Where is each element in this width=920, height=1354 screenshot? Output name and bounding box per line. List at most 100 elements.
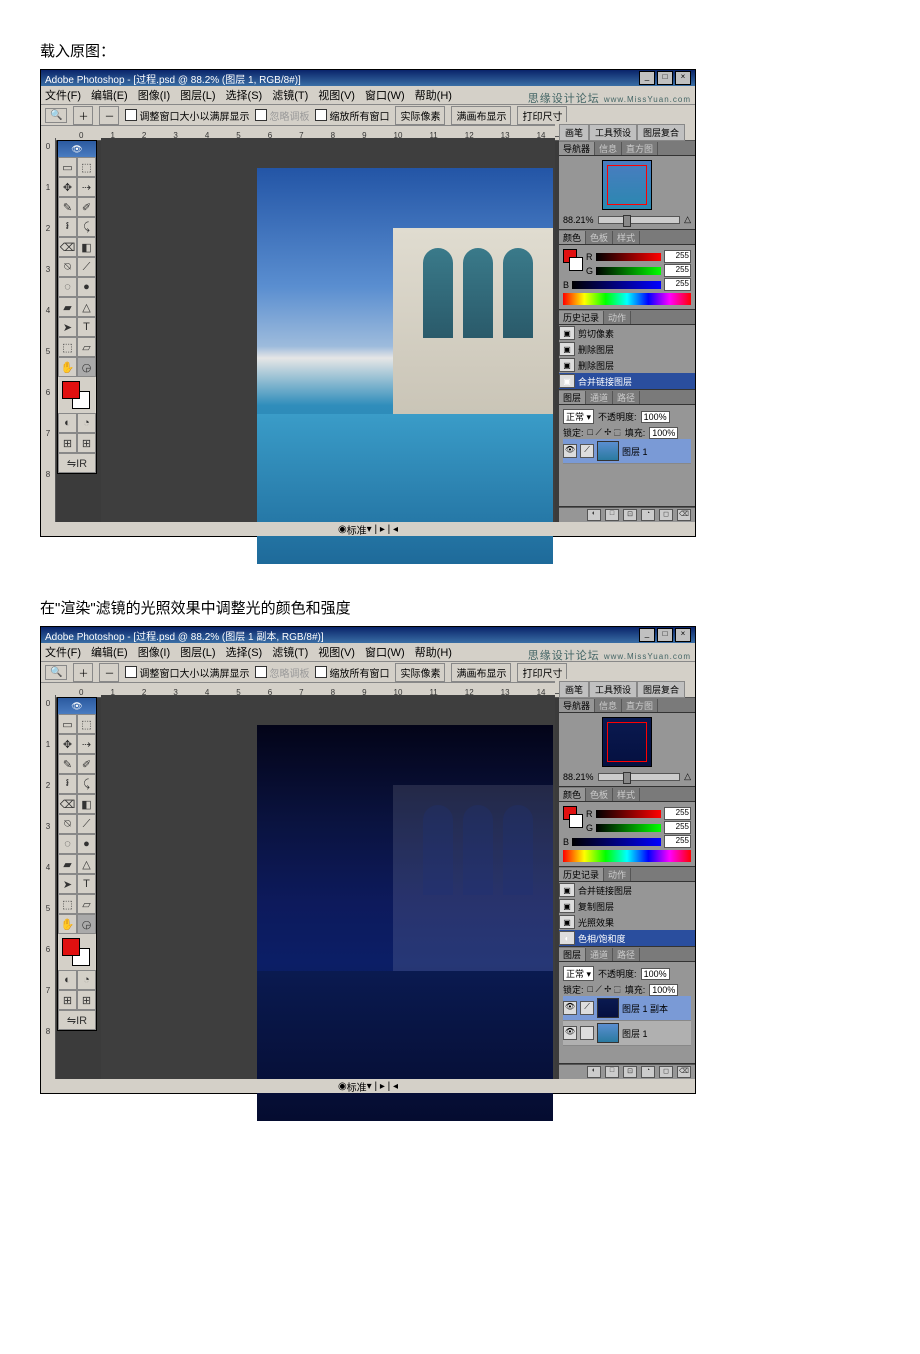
tool-stamp[interactable]: ⌫ bbox=[58, 237, 77, 257]
info-tab[interactable]: 信息 bbox=[595, 142, 622, 155]
zoom-out-button[interactable]: － bbox=[99, 663, 119, 682]
color-swatches[interactable] bbox=[58, 934, 96, 970]
channels-tab[interactable]: 通道 bbox=[586, 948, 613, 961]
histo-tab[interactable]: 直方图 bbox=[622, 142, 658, 155]
layer-row[interactable]: 👁⟋图层 1 bbox=[563, 439, 691, 464]
actions-tab[interactable]: 动作 bbox=[604, 311, 631, 324]
fit-screen-button[interactable]: 满画布显示 bbox=[451, 663, 511, 682]
link-icon[interactable]: ⟋ bbox=[580, 444, 594, 458]
tool-marquee[interactable]: ▭ bbox=[58, 714, 77, 734]
menu-layer[interactable]: 图层(L) bbox=[180, 644, 215, 660]
tool-slice[interactable]: ✐ bbox=[77, 754, 96, 774]
tool-dodge[interactable]: ● bbox=[77, 834, 96, 854]
styles-tab[interactable]: 样式 bbox=[613, 788, 640, 801]
tool-blur[interactable]: ◌ bbox=[58, 277, 77, 297]
tool-dodge[interactable]: ● bbox=[77, 277, 96, 297]
tool-stamp[interactable]: ⌫ bbox=[58, 794, 77, 814]
tool-marquee[interactable]: ▭ bbox=[58, 157, 77, 177]
fit-screen-button[interactable]: 满画布显示 bbox=[451, 106, 511, 125]
zoom-tool-icon[interactable]: 🔍 bbox=[45, 108, 67, 123]
tool-hand[interactable]: ✋ bbox=[58, 914, 77, 934]
actual-pixels-button[interactable]: 实际像素 bbox=[395, 663, 445, 682]
g-slider[interactable] bbox=[596, 267, 661, 275]
nav-tab[interactable]: 导航器 bbox=[559, 142, 595, 155]
tool-shape[interactable]: T bbox=[77, 874, 96, 894]
tool-notes[interactable]: ⬚ bbox=[58, 337, 77, 357]
mode-standard[interactable]: ◐ bbox=[58, 970, 77, 990]
zoom-in-button[interactable]: ＋ bbox=[73, 106, 93, 125]
nav-thumbnail[interactable] bbox=[602, 160, 652, 210]
ignore-palettes-checkbox[interactable]: 忽略调板 bbox=[255, 665, 309, 680]
swatch-tab[interactable]: 色板 bbox=[586, 788, 613, 801]
history-tab[interactable]: 历史记录 bbox=[559, 868, 604, 881]
set-button[interactable]: ⊡ bbox=[623, 1066, 637, 1078]
nav-zoom-slider[interactable] bbox=[598, 216, 681, 224]
history-item[interactable]: ▣光照效果 bbox=[559, 914, 695, 930]
tool-eyedrop[interactable]: ▱ bbox=[77, 894, 96, 914]
resize-window-checkbox[interactable]: 调整窗口大小以满屏显示 bbox=[125, 108, 249, 123]
jump-to-ir[interactable]: ⇋IR bbox=[58, 1010, 96, 1030]
nav-thumbnail[interactable] bbox=[602, 717, 652, 767]
menu-file[interactable]: 文件(F) bbox=[45, 644, 81, 660]
lock-icons[interactable]: □ ⟋ ✢ ⬚ bbox=[588, 427, 621, 438]
tool-type[interactable]: △ bbox=[77, 297, 96, 317]
lock-icons[interactable]: □ ⟋ ✢ ⬚ bbox=[588, 984, 621, 995]
fx-button[interactable]: ◐ bbox=[587, 1066, 601, 1078]
color-swatches[interactable] bbox=[58, 377, 96, 413]
screen-mode-2[interactable]: ⊞ bbox=[77, 990, 96, 1010]
tool-brush[interactable]: ⤹ bbox=[77, 217, 96, 237]
tool-history-brush[interactable]: ◧ bbox=[77, 794, 96, 814]
tool-heal[interactable]: ៛ bbox=[58, 774, 77, 794]
menu-window[interactable]: 窗口(W) bbox=[365, 87, 405, 103]
g-slider[interactable] bbox=[596, 824, 661, 832]
mode-quickmask[interactable]: ◔ bbox=[77, 970, 96, 990]
tool-crop[interactable]: ✎ bbox=[58, 197, 77, 217]
tool-crop[interactable]: ✎ bbox=[58, 754, 77, 774]
layer-row[interactable]: 👁图层 1 bbox=[563, 1021, 691, 1046]
menu-image[interactable]: 图像(I) bbox=[138, 644, 170, 660]
tool-type[interactable]: △ bbox=[77, 854, 96, 874]
visibility-icon[interactable]: 👁 bbox=[563, 1001, 577, 1015]
b-value[interactable]: 255 bbox=[664, 278, 691, 291]
color-tab[interactable]: 颜色 bbox=[559, 231, 586, 244]
g-value[interactable]: 255 bbox=[664, 821, 691, 834]
dock-tab-presets[interactable]: 工具预设 bbox=[589, 681, 637, 698]
fill-input[interactable]: 100% bbox=[649, 427, 678, 439]
zoom-all-checkbox[interactable]: 缩放所有窗口 bbox=[315, 665, 389, 680]
menu-image[interactable]: 图像(I) bbox=[138, 87, 170, 103]
tool-move[interactable]: ⬚ bbox=[77, 157, 96, 177]
resize-window-checkbox[interactable]: 调整窗口大小以满屏显示 bbox=[125, 665, 249, 680]
menu-select[interactable]: 选择(S) bbox=[226, 644, 263, 660]
history-item[interactable]: ▣剪切像素 bbox=[559, 325, 695, 341]
set-button[interactable]: ⊡ bbox=[623, 509, 637, 521]
visibility-icon[interactable]: 👁 bbox=[563, 444, 577, 458]
history-item[interactable]: ▣删除图层 bbox=[559, 357, 695, 373]
minimize-button[interactable]: _ bbox=[639, 71, 655, 85]
mask-button[interactable]: □ bbox=[605, 509, 619, 521]
new-button[interactable]: ◻ bbox=[659, 1066, 673, 1078]
history-item[interactable]: ▣复制图层 bbox=[559, 898, 695, 914]
nav-zoom-slider[interactable] bbox=[598, 773, 681, 781]
r-value[interactable]: 255 bbox=[664, 807, 691, 820]
menu-edit[interactable]: 编辑(E) bbox=[91, 87, 128, 103]
minimize-button[interactable]: _ bbox=[639, 628, 655, 642]
canvas-area[interactable] bbox=[101, 138, 555, 522]
history-tab[interactable]: 历史记录 bbox=[559, 311, 604, 324]
layers-tab[interactable]: 图层 bbox=[559, 391, 586, 404]
tool-pen[interactable]: ➤ bbox=[58, 317, 77, 337]
visibility-icon[interactable]: 👁 bbox=[563, 1026, 577, 1040]
ignore-palettes-checkbox[interactable]: 忽略调板 bbox=[255, 108, 309, 123]
history-item[interactable]: ◐色相/饱和度 bbox=[559, 930, 695, 946]
maximize-button[interactable]: □ bbox=[657, 71, 673, 85]
menu-help[interactable]: 帮助(H) bbox=[415, 644, 452, 660]
zoom-tool-icon[interactable]: 🔍 bbox=[45, 665, 67, 680]
canvas-area[interactable] bbox=[101, 695, 555, 1079]
blend-mode-select[interactable]: 正常 ▾ bbox=[563, 409, 594, 424]
tool-path[interactable]: ▰ bbox=[58, 854, 77, 874]
b-slider[interactable] bbox=[572, 838, 661, 846]
dock-tab-brushes[interactable]: 画笔 bbox=[559, 681, 589, 698]
tool-lasso[interactable]: ✥ bbox=[58, 177, 77, 197]
spectrum-bar[interactable] bbox=[563, 850, 691, 862]
tool-path[interactable]: ▰ bbox=[58, 297, 77, 317]
tool-slice[interactable]: ✐ bbox=[77, 197, 96, 217]
